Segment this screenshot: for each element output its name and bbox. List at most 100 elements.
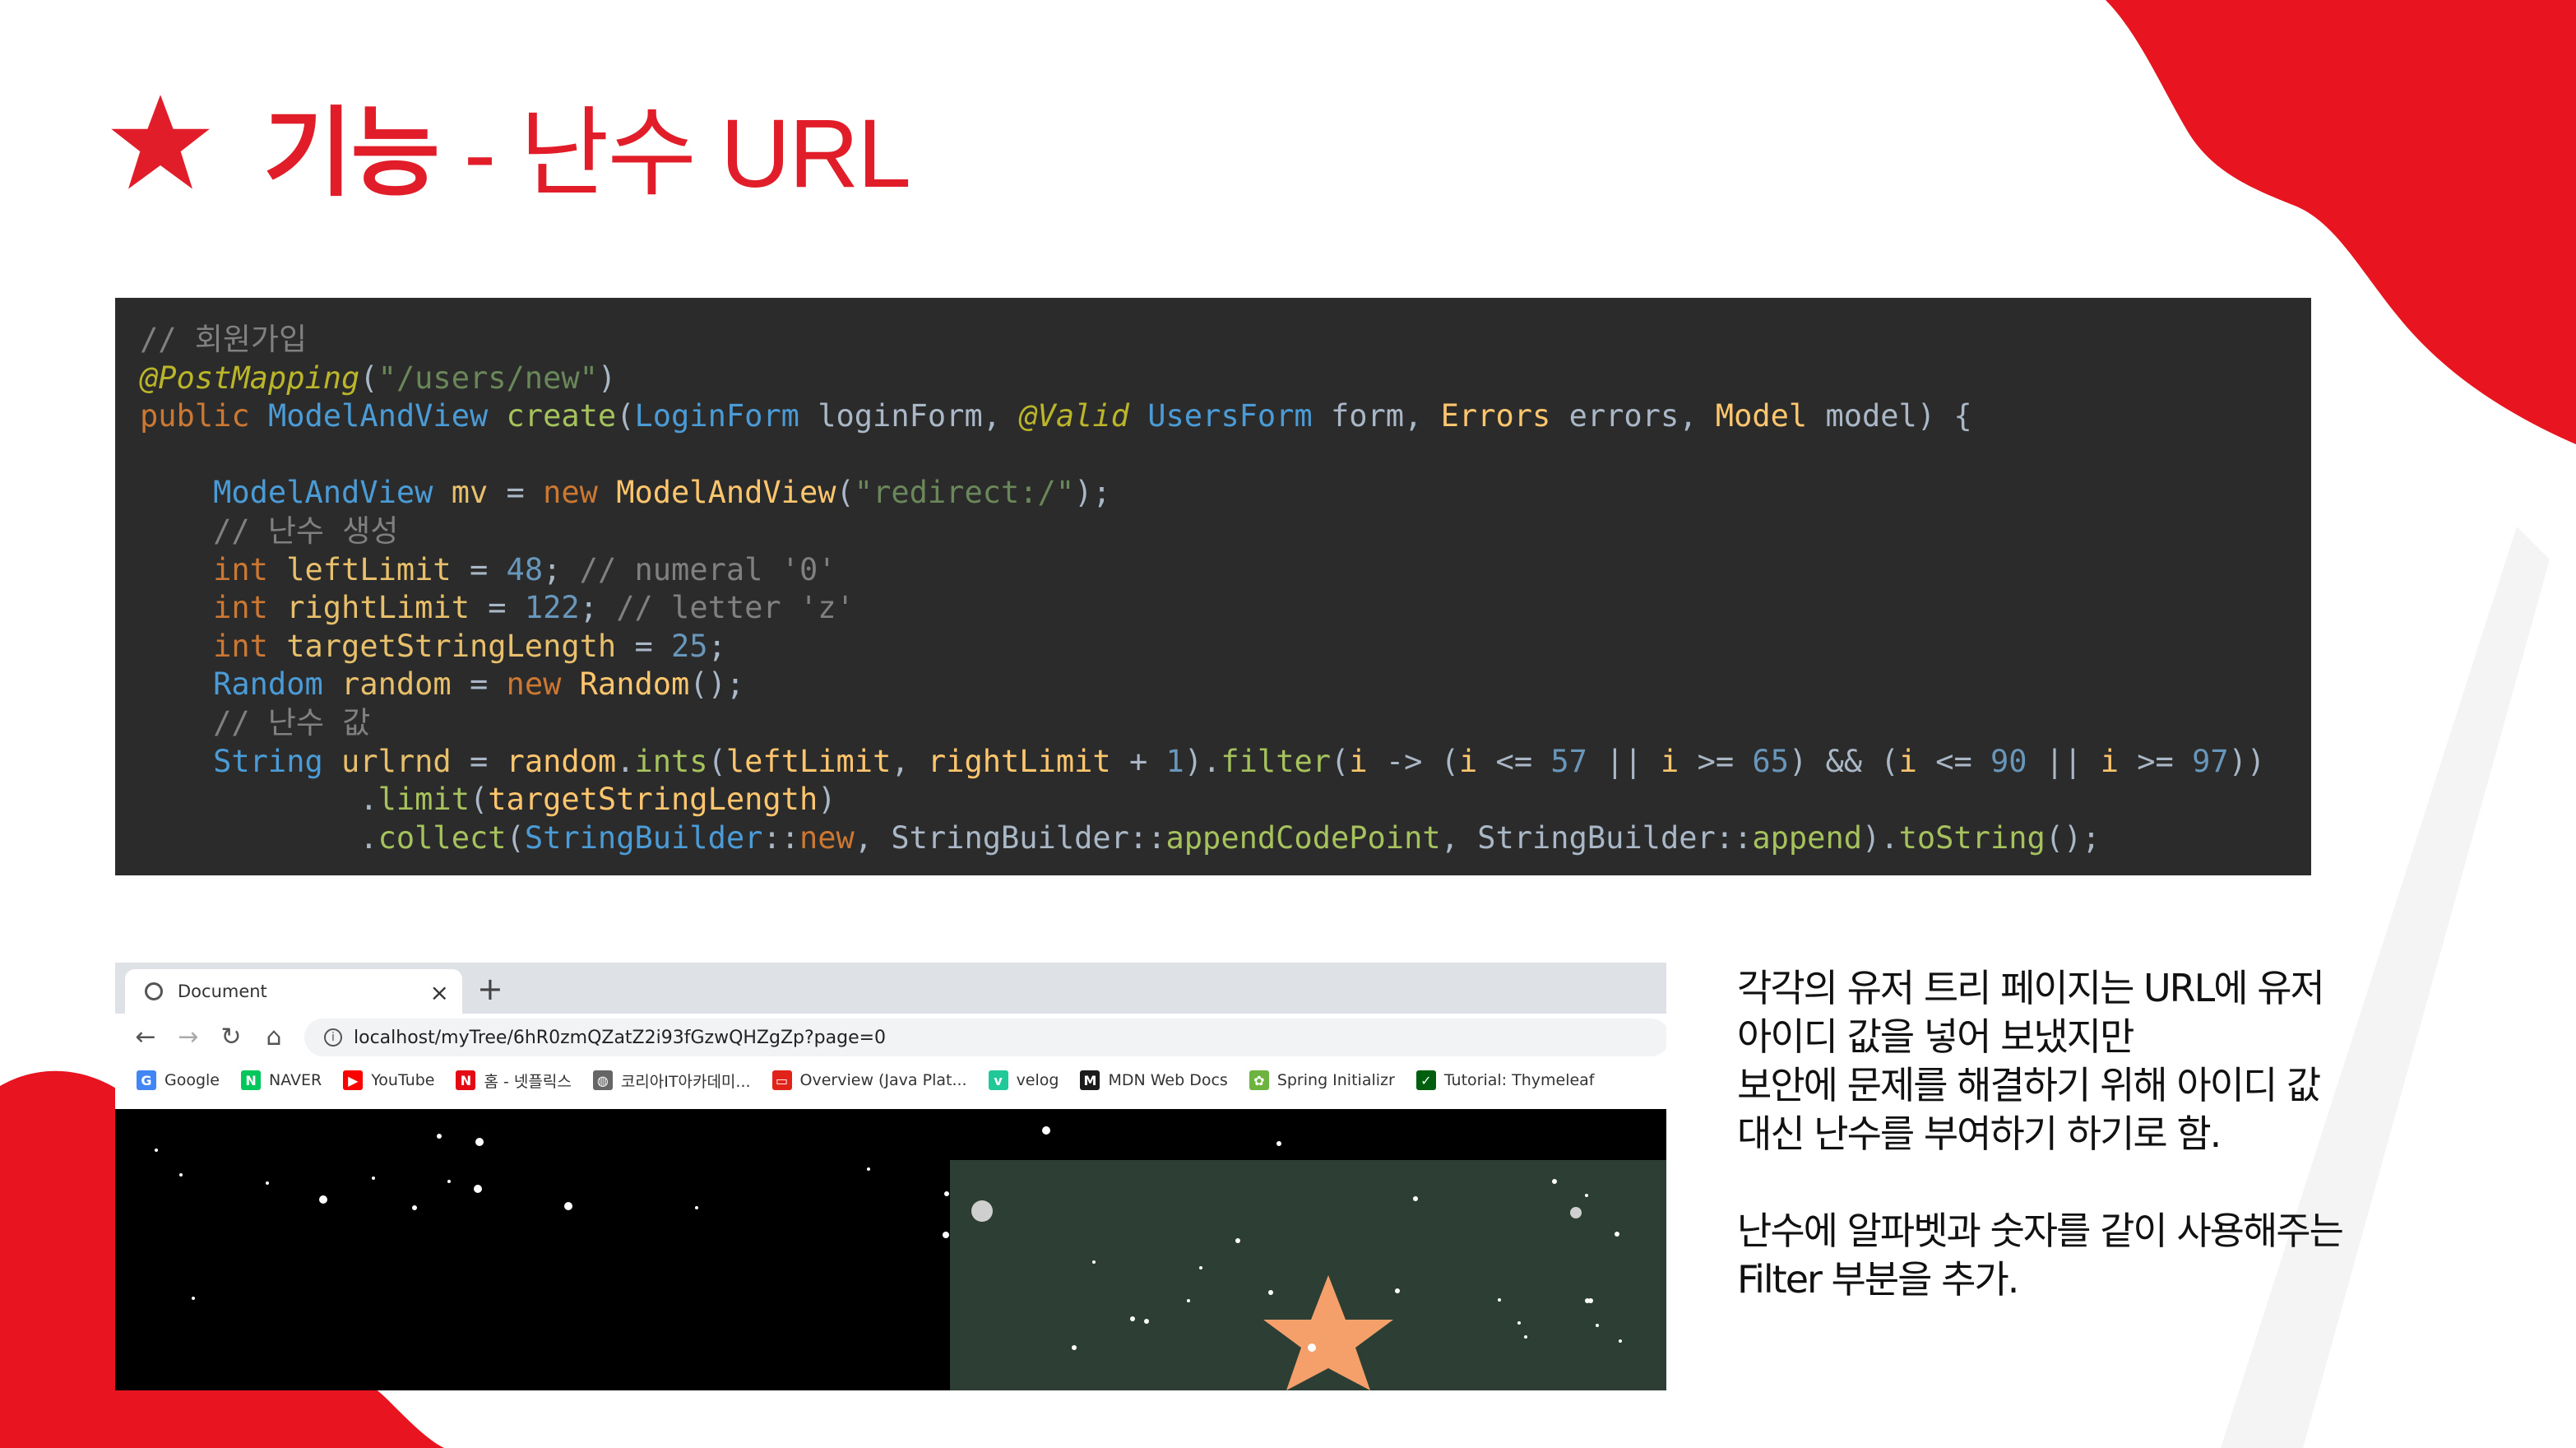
back-icon[interactable]: ← (133, 1023, 158, 1051)
code-line: String urlrnd = random.ints(leftLimit, r… (140, 743, 2311, 782)
code-token: <= (1495, 743, 1551, 779)
code-token: filter (1221, 743, 1332, 779)
bookmark-label: MDN Web Docs (1108, 1071, 1228, 1089)
home-icon[interactable]: ⌂ (262, 1023, 286, 1051)
code-token: ) (818, 782, 836, 818)
code-token: leftLimit (286, 551, 470, 587)
star-icon (111, 95, 210, 189)
new-tab-button[interactable]: + (477, 971, 503, 1007)
code-token: errors, (1568, 398, 1716, 434)
bookmark-label: NAVER (269, 1071, 322, 1089)
code-token: >= (2137, 743, 2193, 779)
code-token: i (1661, 743, 1698, 779)
bookmark-item[interactable]: v velog (988, 1070, 1059, 1090)
code-token: UsersForm (1147, 398, 1331, 434)
code-token: ModelAndView (267, 398, 507, 434)
code-line: int rightLimit = 122; // letter 'z' (140, 589, 2311, 628)
code-token: toString (1898, 819, 2046, 856)
page-viewport (115, 1109, 1666, 1390)
bookmark-item[interactable]: N NAVER (241, 1070, 322, 1090)
tab-document[interactable]: Document × (125, 969, 462, 1014)
bookmark-item[interactable]: G Google (137, 1070, 220, 1090)
code-token: random (341, 666, 470, 703)
code-token: :: (762, 819, 799, 856)
code-token: public (140, 398, 268, 434)
code-token: Random (213, 666, 342, 703)
address-bar[interactable]: i localhost/myTree/6hR0zmQZatZ2i93fGzwQH… (304, 1019, 1666, 1056)
code-line: int leftLimit = 48; // numeral '0' (140, 551, 2311, 590)
code-token: collect (378, 819, 507, 856)
code-token: ( (506, 819, 525, 856)
bookmark-item[interactable]: ▶ YouTube (343, 1070, 434, 1090)
code-token: 90 (1990, 743, 2046, 779)
bookmark-label: Spring Initializr (1276, 1071, 1395, 1089)
code-line: .limit(targetStringLength) (140, 781, 2311, 819)
code-token: 25 (671, 628, 708, 664)
google-icon: G (137, 1070, 156, 1090)
code-token: loginForm, (818, 398, 1020, 434)
code-line: Random random = new Random(); (140, 666, 2311, 704)
bookmark-label: YouTube (371, 1071, 435, 1089)
code-line: int targetStringLength = 25; (140, 628, 2311, 666)
code-token: = (488, 590, 525, 626)
code-token: . (140, 782, 378, 818)
code-token: ( (1331, 743, 1350, 779)
code-token: limit (378, 782, 470, 818)
reload-icon[interactable]: ↻ (219, 1023, 243, 1051)
code-token: ). (1184, 743, 1221, 779)
code-line: .collect(StringBuilder::new, StringBuild… (140, 819, 2311, 858)
code-token: 122 (524, 590, 580, 626)
close-icon[interactable]: × (430, 979, 449, 1006)
oracle-icon: ▭ (771, 1070, 792, 1090)
code-token: create (506, 398, 617, 434)
bookmark-item[interactable]: ▭ Overview (Java Plat... (771, 1070, 967, 1090)
bookmark-item[interactable]: ✓ Tutorial: Thymeleaf (1415, 1070, 1595, 1090)
code-token: i (2100, 743, 2138, 779)
code-token: ( (836, 475, 855, 511)
code-token: = (634, 628, 672, 664)
description-line: Filter 부분을 추가. (1737, 1257, 2019, 1302)
code-token: // numeral '0' (579, 551, 836, 587)
code-token: ) (597, 360, 617, 396)
night-sky-scene (115, 1109, 1666, 1390)
code-token: i (1458, 743, 1496, 779)
browser-window: Document × + ← → ↻ ⌂ i localhost/myTree/… (115, 963, 1666, 1390)
tab-title: Document (178, 982, 267, 1001)
description-line: 아이디 값을 넣어 보냈지만 (1737, 1014, 2134, 1059)
forward-icon[interactable]: → (176, 1023, 201, 1051)
code-token: ). (1862, 819, 1899, 856)
code-block: // 회원가입 @PostMapping("/users/new") public … (115, 298, 2311, 875)
code-token: random (506, 743, 617, 779)
code-token: model) { (1825, 398, 1972, 434)
code-token: i (1349, 743, 1386, 779)
velog-icon: v (988, 1070, 1008, 1090)
youtube-icon: ▶ (343, 1070, 364, 1090)
code-token: new (799, 819, 855, 856)
slide-title: 기능 - 난수 URL (107, 82, 911, 208)
bookmark-item[interactable]: M MDN Web Docs (1080, 1070, 1228, 1090)
code-token: || (2045, 743, 2101, 779)
code-token: Errors (1440, 398, 1569, 434)
code-token: . (616, 743, 635, 779)
description-text: 각각의 유저 트리 페이지는 URL에 유저 아이디 값을 넣어 보냈지만 보안에 … (1737, 964, 2560, 1304)
info-icon[interactable]: i (324, 1028, 342, 1047)
bookmark-item[interactable]: ✿ Spring Initializr (1249, 1070, 1395, 1090)
description-line: 난수에 알파벳과 숫자를 같이 사용해주는 (1737, 1209, 2344, 1253)
url-text: localhost/myTree/6hR0zmQZatZ2i93fGzwQHZg… (354, 1027, 887, 1048)
bookmark-item[interactable]: ◍ 코리아IT아카데미... (592, 1070, 751, 1092)
code-token: rightLimit (927, 743, 1129, 779)
bookmark-label: 코리아IT아카데미... (620, 1072, 751, 1091)
bookmark-item[interactable]: N 홈 - 넷플릭스 (456, 1070, 572, 1092)
code-token: @PostMapping (140, 360, 360, 396)
code-line: // 회원가입 (140, 321, 2311, 360)
code-token: append (1752, 819, 1862, 856)
description-line (1737, 1158, 2560, 1207)
code-line: // 난수 생성 (140, 513, 2311, 551)
description-line: 대신 난수를 부여하기 하기로 함. (1737, 1112, 2222, 1156)
code-token: >= (1697, 743, 1753, 779)
